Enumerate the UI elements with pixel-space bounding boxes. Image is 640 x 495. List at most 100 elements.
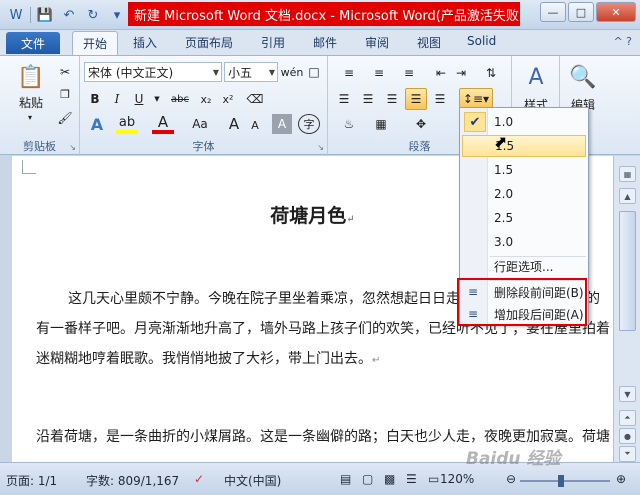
page-count[interactable]: 页面: 1/1 [6,472,57,489]
multilevel-list-icon[interactable]: ≡ [396,64,422,82]
ruler-toggle-icon[interactable]: ▦ [619,166,636,182]
bullets-icon[interactable]: ≡ [336,64,362,82]
increase-indent-icon[interactable]: ⇥ [452,64,470,82]
line-spacing-option[interactable]: ✔ 1.0 [462,111,586,133]
save-icon[interactable]: 💾 [35,5,55,25]
styles-icon[interactable]: A [522,62,550,92]
strikethrough-button[interactable]: abc [168,90,192,108]
cut-icon[interactable]: ✂ [56,64,74,80]
align-right-icon[interactable]: ☰ [382,89,402,109]
underline-button[interactable]: U [130,90,148,108]
tab-mailings[interactable]: 邮件 [313,34,337,51]
font-size-dropdown-icon[interactable]: ▼ [269,68,275,77]
left-margin-strip [0,156,12,462]
justify-icon[interactable]: ☰ [405,88,427,110]
zoom-slider-knob[interactable] [558,475,564,487]
view-full-screen-icon[interactable]: ▢ [362,472,373,486]
clipboard-launcher-icon[interactable]: ↘ [69,143,76,152]
line-spacing-option[interactable]: 1.5 [462,159,586,181]
redo-icon[interactable]: ↻ [83,5,103,25]
document-title-text: 荷塘月色 [270,205,347,227]
zoom-level[interactable]: 120% [440,472,474,486]
shading-icon[interactable]: ♨ [336,114,362,134]
line-spacing-option[interactable]: 1.5 [462,135,586,157]
bold-button[interactable]: B [86,90,104,108]
tab-home[interactable]: 开始 [72,31,119,56]
paste-button[interactable]: 粘贴 [12,94,50,110]
view-outline-icon[interactable]: ☰ [406,472,417,486]
clear-formatting-icon[interactable]: ⌫ [244,90,266,108]
paragraph-mark: ↵ [372,355,381,366]
word-app-icon[interactable]: W [6,5,26,25]
next-page-icon[interactable]: ⏷ [619,446,636,462]
numbering-icon[interactable]: ≡ [366,64,392,82]
underline-dropdown-icon[interactable]: ▼ [152,90,162,108]
enclose-characters-button[interactable]: 字 [298,114,320,134]
phonetic-guide-button[interactable]: wén [281,62,304,82]
ribbon-help[interactable]: ^ ? [613,35,632,48]
font-name-value: 宋体 (中文正文) [88,65,174,80]
view-print-layout-icon[interactable]: ▤ [340,472,351,486]
scroll-down-icon[interactable]: ▼ [619,386,636,402]
close-button[interactable]: ✕ [596,2,636,22]
italic-button[interactable]: I [108,90,126,108]
customize-qat-icon[interactable]: ▾ [107,5,127,25]
proofing-icon[interactable]: ✓ [194,472,204,486]
decrease-indent-icon[interactable]: ⇤ [432,64,450,82]
previous-page-icon[interactable]: ⏶ [619,410,636,426]
tab-review[interactable]: 审阅 [365,34,389,51]
grow-font-button[interactable]: A [224,114,244,134]
tab-insert[interactable]: 插入 [133,34,157,51]
shrink-font-button[interactable]: A [246,116,264,134]
language[interactable]: 中文(中国) [224,472,281,489]
zoom-out-icon[interactable]: ⊖ [506,472,516,486]
char-shading-button[interactable]: A [272,114,292,134]
font-color-icon[interactable]: A [152,113,174,134]
scrollbar-thumb[interactable] [619,211,636,331]
change-case-button[interactable]: Aa [186,114,214,134]
undo-icon[interactable]: ↶ [59,5,79,25]
tab-file[interactable]: 文件 [6,32,60,54]
borders-icon[interactable]: ▦ [368,114,394,134]
font-name-dropdown-icon[interactable]: ▼ [213,68,219,77]
page-corner-mark [22,160,36,174]
zoom-in-icon[interactable]: ⊕ [616,472,626,486]
copy-icon[interactable]: ❐ [56,86,74,102]
paste-icon[interactable]: 📋 [14,62,48,92]
font-name-combo[interactable]: 宋体 (中文正文) ▼ [84,62,222,82]
paste-dropdown-icon[interactable]: ▾ [24,112,36,122]
tab-solid[interactable]: Solid [467,34,496,48]
line-spacing-option[interactable]: 2.5 [462,207,586,229]
browse-object-icon[interactable]: ● [619,428,636,444]
line-spacing-option[interactable]: 2.0 [462,183,586,205]
view-web-icon[interactable]: ▩ [384,472,395,486]
tab-page-layout[interactable]: 页面布局 [185,34,233,51]
minimize-button[interactable]: — [540,2,566,22]
char-border-icon[interactable]: □ [304,62,324,82]
highlight-icon[interactable]: ab [116,114,138,134]
view-draft-icon[interactable]: ▭ [428,472,439,486]
format-painter-icon[interactable]: 🖌 [56,110,74,126]
font-size-value: 小五 [228,65,253,80]
superscript-button[interactable]: x² [218,90,238,108]
distributed-icon[interactable]: ☰ [430,89,450,109]
line-spacing-options-item[interactable]: 行距选项... [462,255,586,277]
word-count[interactable]: 字数: 809/1,167 [86,472,179,489]
zoom-slider[interactable] [520,475,610,487]
font-group: 宋体 (中文正文) ▼ 小五 ▼ wén □ B I U ▼ abc x₂ x²… [80,56,328,156]
line-spacing-option[interactable]: 3.0 [462,231,586,253]
align-center-icon[interactable]: ☰ [358,89,378,109]
font-size-combo[interactable]: 小五 ▼ [224,62,278,82]
scroll-up-icon[interactable]: ▲ [619,188,636,204]
subscript-button[interactable]: x₂ [196,90,216,108]
binoculars-icon[interactable]: 🔍 [568,62,598,92]
tab-references[interactable]: 引用 [261,34,285,51]
restore-button[interactable]: □ [568,2,594,22]
sort-icon[interactable]: ⇅ [478,64,504,82]
text-effects-icon[interactable]: A [86,114,108,134]
font-launcher-icon[interactable]: ↘ [317,143,324,152]
chinese-layout-icon[interactable]: ✥ [408,114,434,134]
vertical-scrollbar[interactable]: ▦ ▲ ▼ ⏶ ● ⏷ [613,156,640,462]
align-left-icon[interactable]: ☰ [334,89,354,109]
tab-view[interactable]: 视图 [417,34,441,51]
